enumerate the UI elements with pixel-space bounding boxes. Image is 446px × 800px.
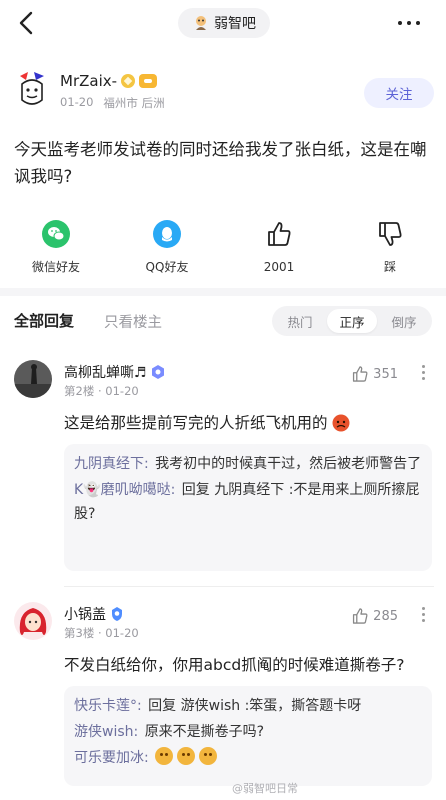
forum-pill[interactable]: 弱智吧 xyxy=(178,8,270,38)
wechat-label: 微信好友 xyxy=(31,260,80,274)
vip-badge-icon xyxy=(121,74,136,88)
sub-reply-text: 我考初中的时候真干过，然后被老师警告了 xyxy=(155,456,422,472)
reply-more-icon[interactable] xyxy=(420,365,426,385)
sort-switch: 热门 正序 倒序 xyxy=(272,306,432,336)
reply-meta: 第3楼 · 01-20 xyxy=(64,626,139,640)
reply-name-row: 小锅盖 xyxy=(64,604,124,624)
section-divider xyxy=(0,288,446,296)
sub-reply-box[interactable]: 九阴真经下: 我考初中的时候真干过，然后被老师警告了 K👻磨叽呦噶哒: 回复 九… xyxy=(64,444,432,571)
qq-icon xyxy=(153,220,181,248)
level-badge-icon xyxy=(151,365,164,379)
thumbs-up-icon xyxy=(353,366,368,382)
thumbs-up-icon xyxy=(268,222,291,246)
game-badge-icon xyxy=(139,74,158,88)
sub-reply-box[interactable]: 快乐卡莲°: 回复 游侠wish :笨蛋，撕答题卡呀 游侠wish: 原来不是撕… xyxy=(64,686,432,786)
author-name-row: MrZaix- xyxy=(60,72,158,90)
tab-all-replies[interactable]: 全部回复 xyxy=(14,310,74,331)
like-count: 2001 xyxy=(263,260,295,274)
sub-reply: 可乐要加冰: xyxy=(74,746,422,770)
action-bar: 微信好友 QQ好友 2001 踩 xyxy=(0,220,446,276)
sub-reply-text: 回复 游侠wish :笨蛋，撕答题卡呀 xyxy=(148,698,362,714)
sub-reply: 游侠wish: 原来不是撕卷子吗? xyxy=(74,720,422,744)
reply-author-name[interactable]: 高柳乱蝉嘶♬ xyxy=(64,362,147,382)
sort-desc[interactable]: 倒序 xyxy=(379,309,429,333)
sub-reply-author[interactable]: 游侠wish: xyxy=(74,724,138,740)
sub-reply: 九阴真经下: 我考初中的时候真干过，然后被老师警告了 xyxy=(74,452,422,476)
follow-button[interactable]: 关注 xyxy=(364,78,434,108)
reply-avatar[interactable] xyxy=(14,360,52,398)
author-avatar[interactable] xyxy=(14,70,50,110)
reply-like-count: 285 xyxy=(373,608,398,624)
reply-like-count: 351 xyxy=(373,366,398,382)
reply-text: 这是给那些提前写完的人折纸飞机用的 xyxy=(64,414,328,432)
sub-reply-author[interactable]: 快乐卡莲°: xyxy=(74,698,142,714)
reply-item: 小锅盖 第3楼 · 01-20 285 不发白纸给你，你用abcd抓阄的时候难道… xyxy=(0,602,446,792)
angry-emoji-icon xyxy=(332,414,350,432)
post-location: 福州市 后洲 xyxy=(103,96,165,110)
dislike-button[interactable]: 踩 xyxy=(345,220,435,275)
watermark: @弱智吧日常 xyxy=(232,782,298,795)
reply-floor: 第3楼 xyxy=(64,626,95,640)
share-qq-button[interactable]: QQ好友 xyxy=(122,220,212,275)
top-bar: 弱智吧 xyxy=(0,0,446,46)
sub-reply-author[interactable]: 可乐要加冰: xyxy=(74,750,149,766)
reply-name-row: 高柳乱蝉嘶♬ xyxy=(64,362,165,382)
share-wechat-button[interactable]: 微信好友 xyxy=(11,220,101,275)
emoji-icon xyxy=(177,747,196,765)
sub-reply-text: 原来不是撕卷子吗? xyxy=(144,724,265,740)
thumbs-up-icon xyxy=(353,608,368,624)
forum-mascot-icon xyxy=(196,16,206,30)
back-arrow-icon[interactable] xyxy=(16,10,38,36)
reply-meta: 第2楼 · 01-20 xyxy=(64,384,139,398)
reply-more-icon[interactable] xyxy=(420,607,426,627)
post-text: 今天监考老师发试卷的同时还给我发了张白纸，这是在嘲讽我吗? xyxy=(14,140,427,186)
forum-name: 弱智吧 xyxy=(214,16,256,32)
emoji-icon xyxy=(155,747,174,765)
reply-like-button[interactable]: 351 xyxy=(351,365,398,383)
wechat-icon xyxy=(42,220,70,248)
post-date: 01-20 xyxy=(60,95,94,109)
like-button[interactable]: 2001 xyxy=(234,220,324,275)
tab-owner-only[interactable]: 只看楼主 xyxy=(104,311,162,332)
reply-text: 不发白纸给你，你用abcd抓阄的时候难道撕卷子? xyxy=(64,656,405,674)
author-meta: 01-20 福州市 后洲 xyxy=(60,95,165,111)
author-name[interactable]: MrZaix- xyxy=(60,72,117,90)
reply-date: 01-20 xyxy=(105,626,139,640)
reply-item: 高柳乱蝉嘶♬ 第2楼 · 01-20 351 这是给那些提前写完的人折纸飞机用的… xyxy=(0,360,446,590)
reply-tabs: 全部回复 只看楼主 热门 正序 倒序 xyxy=(0,300,446,342)
more-options-icon[interactable] xyxy=(398,14,424,32)
dislike-label: 踩 xyxy=(383,260,396,274)
qq-label: QQ好友 xyxy=(145,260,189,274)
reply-avatar[interactable] xyxy=(14,602,52,640)
sub-reply: K👻磨叽呦噶哒: 回复 九阴真经下 :不是用来上厕所擦屁股? xyxy=(74,478,422,526)
reply-like-button[interactable]: 285 xyxy=(351,607,398,625)
reply-text-row: 这是给那些提前写完的人折纸飞机用的 xyxy=(64,412,350,434)
reply-author-name[interactable]: 小锅盖 xyxy=(64,604,106,624)
reply-separator xyxy=(64,586,434,587)
sort-asc[interactable]: 正序 xyxy=(327,309,377,333)
thumbs-down-icon xyxy=(379,222,402,246)
sort-hot[interactable]: 热门 xyxy=(275,309,325,333)
sub-reply-author[interactable]: K👻磨叽呦噶哒: xyxy=(74,482,175,498)
sub-reply: 快乐卡莲°: 回复 游侠wish :笨蛋，撕答题卡呀 xyxy=(74,694,422,718)
reply-date: 01-20 xyxy=(105,384,139,398)
post-author: MrZaix- 01-20 福州市 后洲 关注 xyxy=(14,68,434,120)
reply-text-row: 不发白纸给你，你用abcd抓阄的时候难道撕卷子? xyxy=(64,654,404,676)
reply-floor: 第2楼 xyxy=(64,384,95,398)
level-badge-icon xyxy=(112,607,122,621)
sub-reply-author[interactable]: 九阴真经下: xyxy=(74,456,149,472)
emoji-icon xyxy=(199,747,218,765)
